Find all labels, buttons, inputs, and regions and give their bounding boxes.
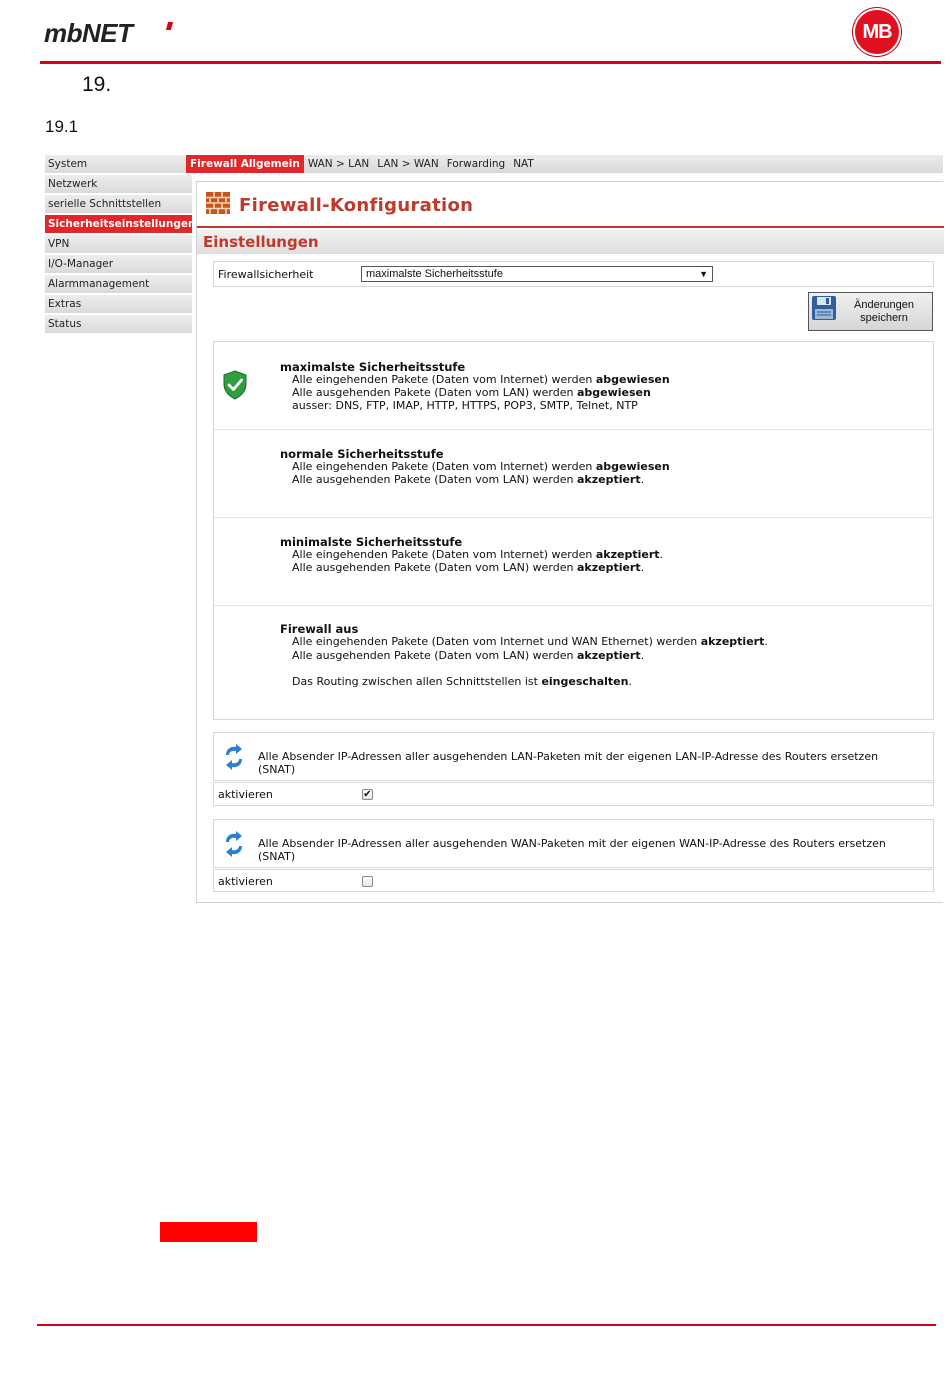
sidebar-item-netzwerk[interactable]: Netzwerk	[45, 175, 192, 193]
tab-lan-wan[interactable]: LAN > WAN	[373, 155, 442, 173]
level-exceptions-text: ausser: DNS, FTP, IMAP, HTTP, HTTPS, POP…	[292, 399, 638, 412]
sidebar-item-alarmmanagement[interactable]: Alarmmanagement	[45, 275, 192, 293]
snat-wan-checkbox[interactable]	[362, 876, 373, 887]
security-levels-list: maximalste Sicherheitsstufe Alle eingehe…	[213, 341, 934, 720]
security-level-label: Firewallsicherheit	[218, 268, 314, 281]
level-firewall-off[interactable]: Firewall aus Alle eingehenden Pakete (Da…	[214, 606, 933, 719]
level-incoming-text: Alle eingehenden Pakete (Daten vom Inter…	[292, 635, 768, 648]
checkmark-icon: ✔	[363, 789, 372, 800]
logo-accent	[165, 22, 174, 30]
section-heading: Einstellungen	[197, 230, 944, 254]
level-outgoing-text: Alle ausgehenden Pakete (Daten vom LAN) …	[292, 561, 645, 574]
snat-lan-box: Alle Absender IP-Adressen aller ausgehen…	[213, 732, 934, 781]
snat-lan-checkbox[interactable]: ✔	[362, 789, 373, 800]
sidebar-item-system[interactable]: System	[45, 155, 192, 173]
shield-check-icon	[222, 370, 248, 403]
sidebar-item-status[interactable]: Status	[45, 315, 192, 333]
tab-nat[interactable]: NAT	[509, 155, 538, 173]
sidebar-item-io-manager[interactable]: I/O-Manager	[45, 255, 192, 273]
snat-lan-activate-row: aktivieren ✔	[213, 782, 934, 806]
sidebar-nav: System Netzwerk serielle Schnittstellen …	[45, 155, 195, 335]
level-incoming-text: Alle eingehenden Pakete (Daten vom Inter…	[292, 460, 670, 473]
security-level-select[interactable]: maximalste Sicherheitsstufe ▼	[361, 266, 713, 282]
tab-wan-lan[interactable]: WAN > LAN	[304, 155, 373, 173]
sidebar-item-sicherheitseinstellungen[interactable]: Sicherheitseinstellungen	[45, 215, 195, 233]
level-incoming-text: Alle eingehenden Pakete (Daten vom Inter…	[292, 548, 664, 561]
tab-firewall-allgemein[interactable]: Firewall Allgemein	[186, 155, 304, 173]
footer-rule	[37, 1324, 936, 1326]
redaction-marker	[160, 1222, 257, 1242]
tab-bar: Firewall Allgemein WAN > LAN LAN > WAN F…	[186, 155, 943, 173]
level-outgoing-text: Alle ausgehenden Pakete (Daten vom LAN) …	[292, 649, 645, 662]
sidebar-item-vpn[interactable]: VPN	[45, 235, 192, 253]
section-number: 19.1	[45, 117, 79, 136]
tab-forwarding[interactable]: Forwarding	[443, 155, 509, 173]
snat-wan-box: Alle Absender IP-Adressen aller ausgehen…	[213, 819, 934, 868]
level-title: Firewall aus	[280, 622, 359, 636]
level-title: minimalste Sicherheitsstufe	[280, 535, 463, 549]
snat-wan-activate-label: aktivieren	[218, 875, 273, 888]
level-minimal[interactable]: minimalste Sicherheitsstufe Alle eingehe…	[214, 518, 933, 606]
snat-wan-activate-row: aktivieren	[213, 869, 934, 892]
dropdown-arrow-icon: ▼	[699, 269, 708, 279]
sidebar-item-extras[interactable]: Extras	[45, 295, 192, 313]
security-level-value: maximalste Sicherheitsstufe	[366, 268, 503, 280]
level-incoming-text: Alle eingehenden Pakete (Daten vom Inter…	[292, 373, 670, 386]
firewall-panel: Firewall-Konfiguration Einstellungen Fir…	[196, 181, 944, 903]
save-button-label: Änderungen speichern	[854, 299, 914, 324]
level-routing-text: Das Routing zwischen allen Schnittstelle…	[292, 675, 632, 688]
snat-lan-activate-label: aktivieren	[218, 788, 273, 801]
snat-wan-description: Alle Absender IP-Adressen aller ausgehen…	[258, 837, 886, 863]
refresh-arrows-icon	[222, 830, 246, 861]
header-rule	[40, 61, 941, 64]
level-normal[interactable]: normale Sicherheitsstufe Alle eingehende…	[214, 430, 933, 518]
level-title: normale Sicherheitsstufe	[280, 447, 444, 461]
firewall-brick-icon	[205, 190, 231, 220]
page-title-row: Firewall-Konfiguration	[205, 192, 473, 218]
page-title: Firewall-Konfiguration	[239, 194, 474, 216]
snat-lan-description: Alle Absender IP-Adressen aller ausgehen…	[258, 750, 879, 776]
title-divider	[197, 226, 944, 228]
mb-badge-logo: MB	[855, 10, 899, 54]
floppy-disk-icon	[811, 295, 837, 324]
level-maximal[interactable]: maximalste Sicherheitsstufe Alle eingehe…	[214, 342, 933, 430]
level-outgoing-text: Alle ausgehenden Pakete (Daten vom LAN) …	[292, 473, 645, 486]
security-level-row: Firewallsicherheit maximalste Sicherheit…	[213, 261, 934, 287]
level-outgoing-text: Alle ausgehenden Pakete (Daten vom LAN) …	[292, 386, 651, 399]
level-title: maximalste Sicherheitsstufe	[280, 360, 466, 374]
sidebar-item-serielle-schnittstellen[interactable]: serielle Schnittstellen	[45, 195, 192, 213]
mbnet-logo: mbNET	[44, 18, 133, 48]
chapter-number: 19.	[82, 73, 112, 96]
save-changes-button[interactable]: Änderungen speichern	[808, 292, 933, 331]
refresh-arrows-icon	[222, 743, 246, 774]
